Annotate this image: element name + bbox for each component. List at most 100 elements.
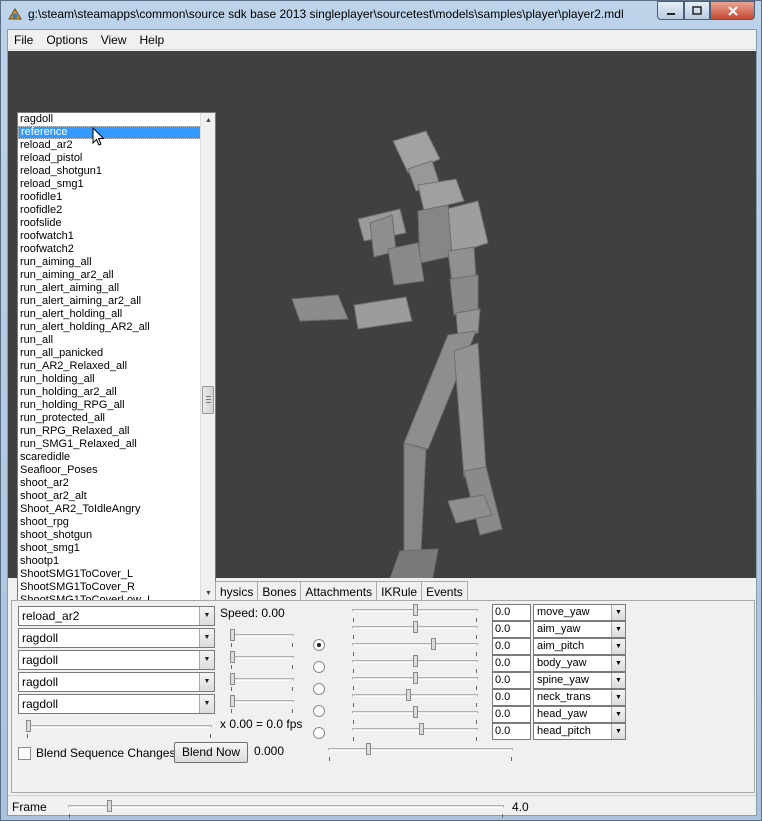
sequence-list-item[interactable]: shoot_ar2 (18, 477, 201, 490)
radio-slot-5[interactable] (313, 727, 325, 739)
radio-slot-1[interactable] (313, 639, 325, 651)
sequence-list-item[interactable]: run_alert_aiming_all (18, 282, 201, 295)
sequence-list-item[interactable]: shoot_shotgun (18, 529, 201, 542)
menu-file[interactable]: File (8, 30, 40, 49)
sequence-list-item[interactable]: shoot_ar2_alt (18, 490, 201, 503)
sequence-select-3[interactable]: ragdoll ▼ (18, 650, 215, 670)
tab-events[interactable]: Events (421, 581, 468, 601)
chevron-down-icon[interactable]: ▼ (611, 605, 625, 620)
sequence-list-item[interactable]: run_aiming_all (18, 256, 201, 269)
pose-param-value-field[interactable]: 0.0 (492, 638, 531, 655)
sequence-list-item[interactable]: roofwatch2 (18, 243, 201, 256)
blend-weight-slider-4[interactable] (230, 673, 294, 691)
radio-slot-4[interactable] (313, 705, 325, 717)
sequence-list-item[interactable]: roofwatch1 (18, 230, 201, 243)
blend-sequence-checkbox[interactable] (18, 747, 31, 760)
sequence-list-item[interactable]: ShootSMG1ToCover_R (18, 581, 201, 594)
sequence-list-item[interactable]: run_all (18, 334, 201, 347)
sequence-list-item[interactable]: run_aiming_ar2_all (18, 269, 201, 282)
pose-param-value-field[interactable]: 0.0 (492, 655, 531, 672)
sequence-list-item[interactable]: run_holding_RPG_all (18, 399, 201, 412)
minimize-icon[interactable] (657, 1, 684, 20)
chevron-down-icon[interactable]: ▼ (611, 724, 625, 739)
sequence-list-item[interactable]: run_alert_aiming_ar2_all (18, 295, 201, 308)
sequence-dropdown-list[interactable]: ragdoll reference reload_ar2 reload_pistol r… (17, 112, 216, 602)
pose-param-value-field[interactable]: 0.0 (492, 689, 531, 706)
sequence-select-1[interactable]: reload_ar2 ▼ (18, 606, 215, 626)
maximize-icon[interactable] (684, 1, 710, 20)
pose-param-slider[interactable] (352, 638, 478, 656)
chevron-down-icon[interactable]: ▼ (199, 673, 214, 691)
pose-param-slider[interactable] (352, 689, 478, 707)
pose-param-slider[interactable] (352, 604, 478, 622)
pose-param-value-field[interactable]: 0.0 (492, 723, 531, 740)
sequence-list-item[interactable]: run_holding_ar2_all (18, 386, 201, 399)
chevron-down-icon[interactable]: ▼ (199, 651, 214, 669)
pose-param-value-field[interactable]: 0.0 (492, 706, 531, 723)
pose-param-select[interactable]: neck_trans ▼ (533, 689, 626, 706)
menu-help[interactable]: Help (134, 30, 172, 49)
sequence-list-item[interactable]: roofslide (18, 217, 201, 230)
pose-param-select[interactable]: spine_yaw ▼ (533, 672, 626, 689)
tab-ikrule[interactable]: IKRule (376, 581, 423, 601)
sequence-list-item[interactable]: shootp1 (18, 555, 201, 568)
pose-param-slider[interactable] (352, 655, 478, 673)
sequence-list-item[interactable]: scaredidle (18, 451, 201, 464)
pose-param-select[interactable]: head_yaw ▼ (533, 706, 626, 723)
tab-bones[interactable]: Bones (257, 581, 302, 601)
scroll-up-icon[interactable]: ▲ (201, 113, 215, 128)
sequence-list-item[interactable]: run_alert_holding_all (18, 308, 201, 321)
sequence-list-item[interactable]: shoot_rpg (18, 516, 201, 529)
sequence-list-item[interactable]: roofidle1 (18, 191, 201, 204)
sequence-list-item[interactable]: ragdoll (18, 113, 201, 126)
sequence-list-item[interactable]: run_protected_all (18, 412, 201, 425)
sequence-list-item[interactable]: reference (18, 126, 201, 139)
pose-param-value-field[interactable]: 0.0 (492, 604, 531, 621)
sequence-list-item[interactable]: roofidle2 (18, 204, 201, 217)
sequence-list-item[interactable]: reload_pistol (18, 152, 201, 165)
menu-view[interactable]: View (95, 30, 134, 49)
sequence-list-item[interactable]: reload_smg1 (18, 178, 201, 191)
sequence-list-item[interactable]: reload_ar2 (18, 139, 201, 152)
chevron-down-icon[interactable]: ▼ (611, 690, 625, 705)
sequence-select-2[interactable]: ragdoll ▼ (18, 628, 215, 648)
sequence-list-item[interactable]: shoot_smg1 (18, 542, 201, 555)
sequence-list-item[interactable]: run_AR2_Relaxed_all (18, 360, 201, 373)
chevron-down-icon[interactable]: ▼ (611, 707, 625, 722)
sequence-select-4[interactable]: ragdoll ▼ (18, 672, 215, 692)
frame-slider[interactable] (68, 800, 504, 818)
chevron-down-icon[interactable]: ▼ (611, 656, 625, 671)
pose-param-slider[interactable] (352, 723, 478, 741)
blend-weight-slider-2[interactable] (230, 629, 294, 647)
sequence-list-item[interactable]: reload_shotgun1 (18, 165, 201, 178)
sequence-list-scrollbar[interactable]: ▲ ▼ (200, 113, 215, 601)
scroll-down-icon[interactable]: ▼ (201, 586, 215, 601)
sequence-list-item[interactable]: run_SMG1_Relaxed_all (18, 438, 201, 451)
blend-weight-slider-5[interactable] (230, 695, 294, 713)
pose-param-value-field[interactable]: 0.0 (492, 672, 531, 689)
playback-speed-slider[interactable] (26, 720, 212, 738)
scroll-thumb[interactable] (202, 386, 214, 414)
chevron-down-icon[interactable]: ▼ (611, 639, 625, 654)
sequence-list-item[interactable]: run_holding_all (18, 373, 201, 386)
chevron-down-icon[interactable]: ▼ (199, 695, 214, 713)
sequence-list-item[interactable]: Seafloor_Poses (18, 464, 201, 477)
sequence-list-item[interactable]: run_all_panicked (18, 347, 201, 360)
pose-param-select[interactable]: aim_yaw ▼ (533, 621, 626, 638)
pose-param-select[interactable]: move_yaw ▼ (533, 604, 626, 621)
title-bar[interactable]: g:\steam\steamapps\common\source sdk bas… (1, 1, 761, 29)
blend-now-button[interactable]: Blend Now (174, 742, 248, 763)
sequence-list-item[interactable]: ShootSMG1ToCover_L (18, 568, 201, 581)
sequence-list-item[interactable]: Shoot_AR2_ToIdleAngry (18, 503, 201, 516)
pose-param-value-field[interactable]: 0.0 (492, 621, 531, 638)
radio-slot-2[interactable] (313, 661, 325, 673)
close-icon[interactable] (710, 1, 755, 20)
pose-param-select[interactable]: body_yaw ▼ (533, 655, 626, 672)
pose-param-select[interactable]: aim_pitch ▼ (533, 638, 626, 655)
sequence-list-item[interactable]: run_RPG_Relaxed_all (18, 425, 201, 438)
pose-param-slider[interactable] (352, 621, 478, 639)
radio-slot-3[interactable] (313, 683, 325, 695)
blend-time-slider[interactable] (328, 743, 513, 761)
tab-physics[interactable]: hysics (215, 581, 259, 601)
tab-attachments[interactable]: Attachments (300, 581, 378, 601)
